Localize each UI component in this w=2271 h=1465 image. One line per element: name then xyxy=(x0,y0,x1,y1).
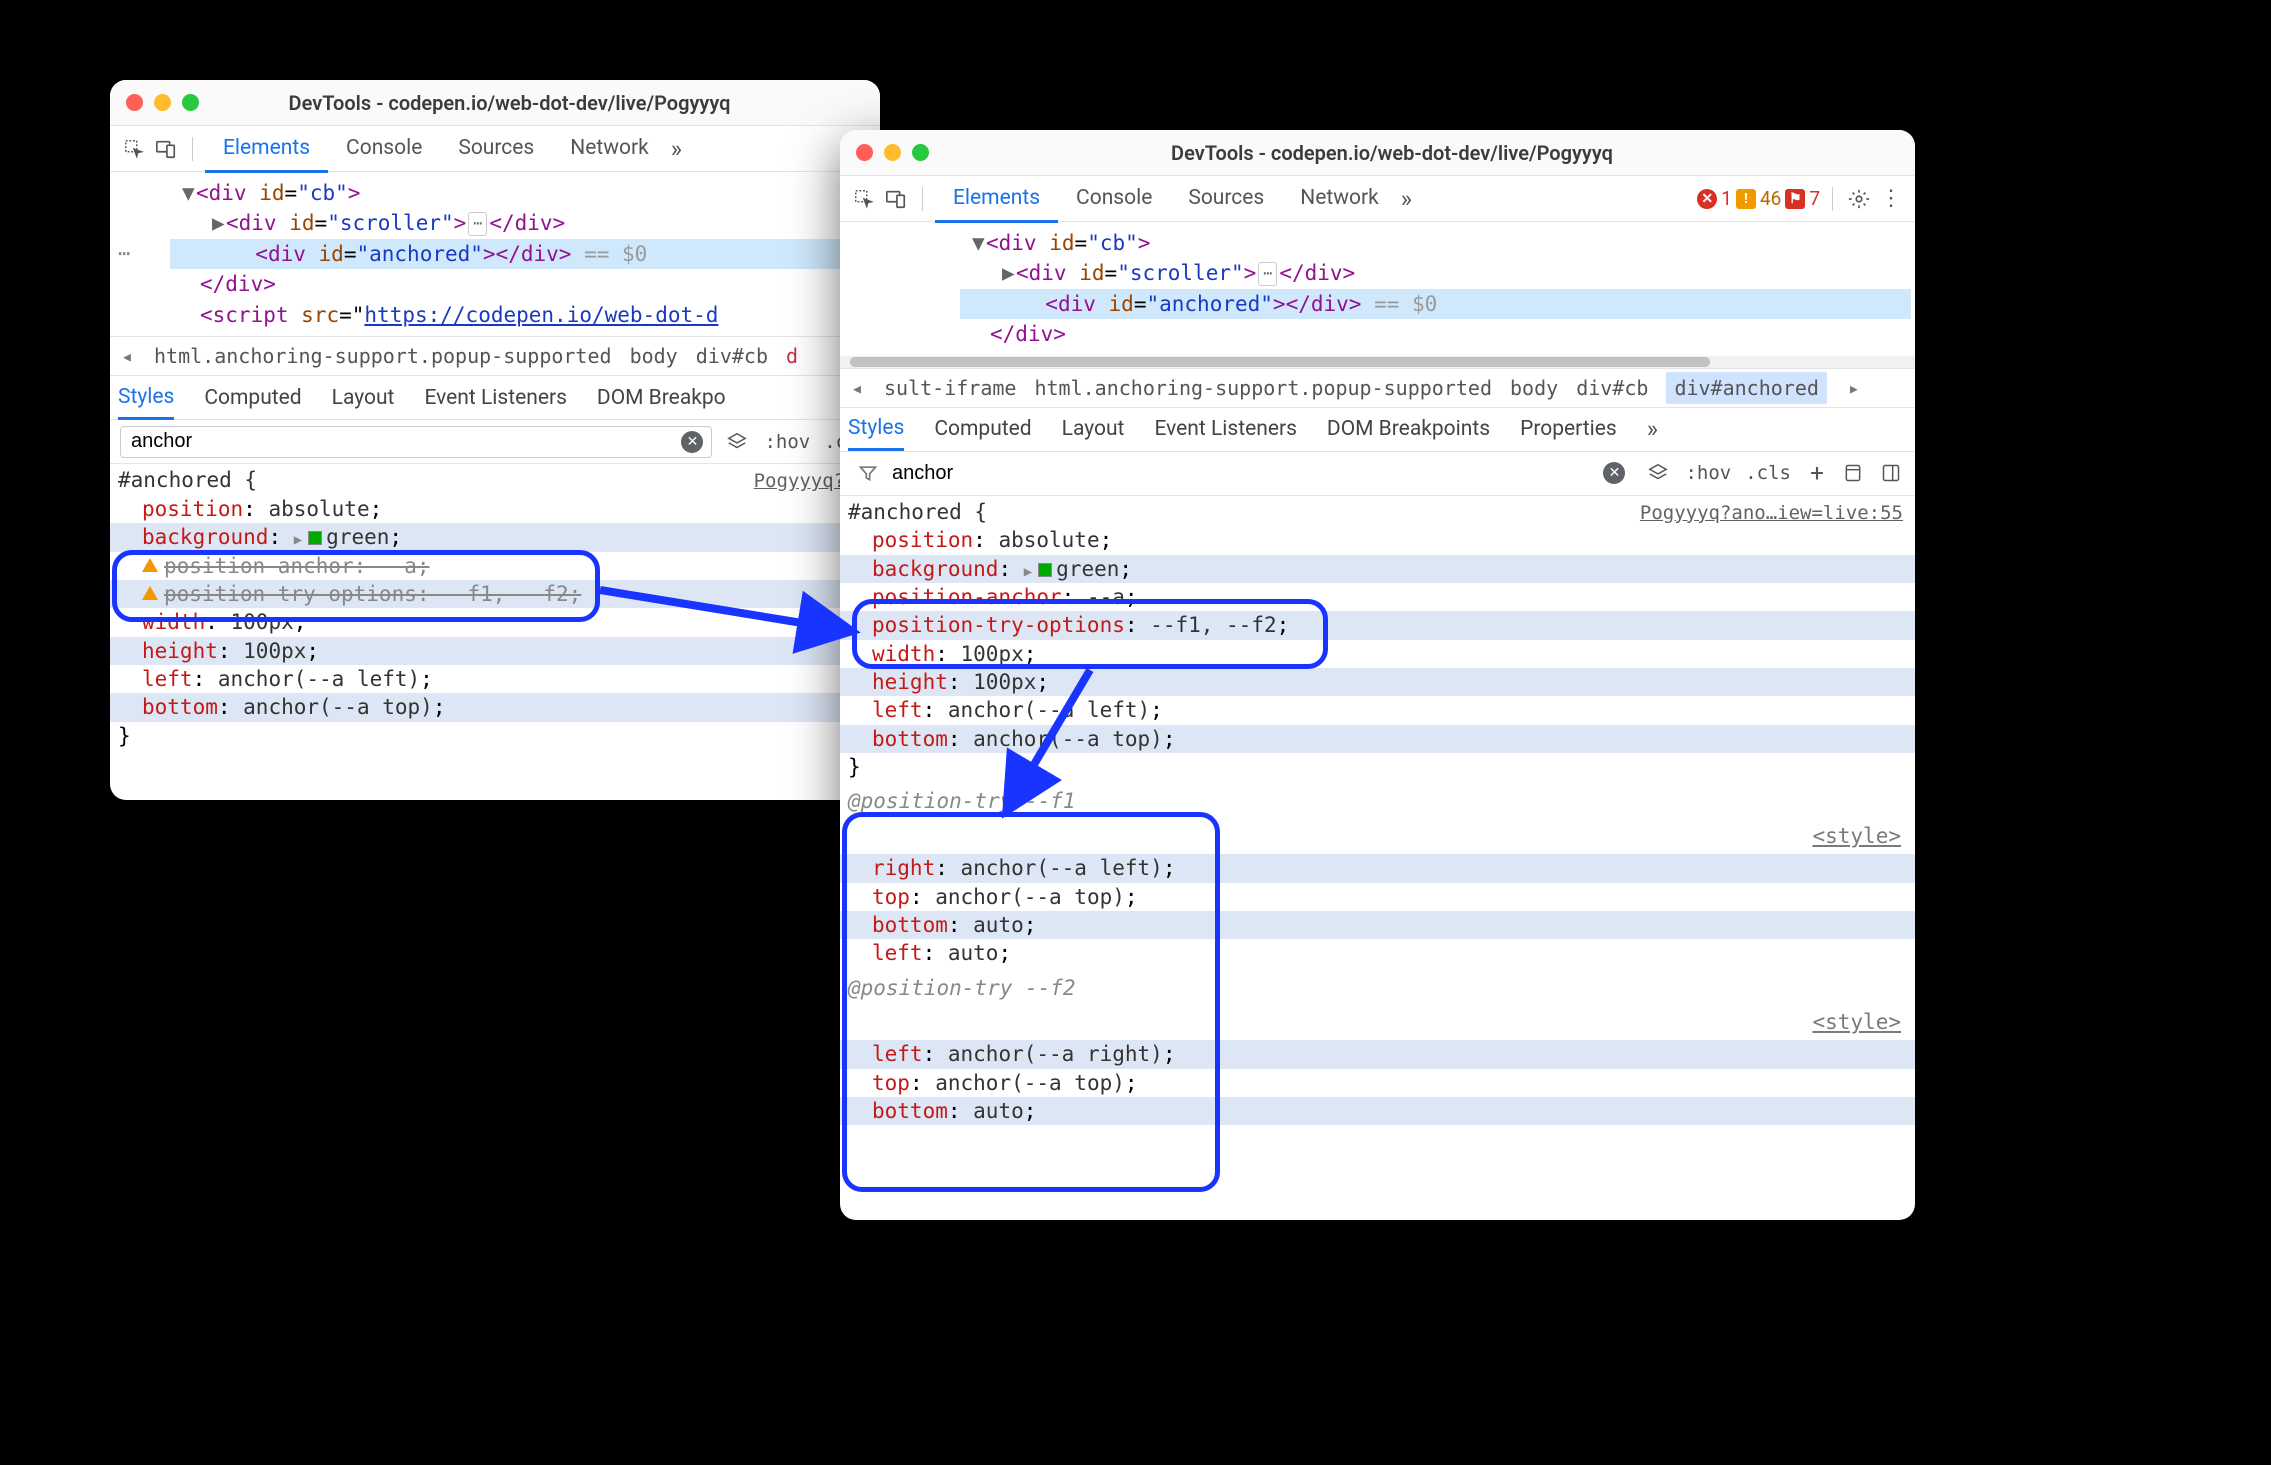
crumb-divcb[interactable]: div#cb xyxy=(1576,376,1648,400)
dom-tree[interactable]: ▼<div id="cb"> ▶<div id="scroller">⋯</di… xyxy=(840,222,1915,356)
crumb-left-icon[interactable]: ◂ xyxy=(118,344,136,368)
dom-selected-row[interactable]: <div id="anchored"></div> == $0 xyxy=(960,289,1911,319)
more-tabs-icon[interactable]: » xyxy=(1401,185,1412,213)
crumb-body[interactable]: body xyxy=(630,344,678,368)
new-rule-icon[interactable]: + xyxy=(1805,459,1829,487)
at-rule-header[interactable]: @position-try --f1 xyxy=(840,783,1915,819)
warning-icon xyxy=(142,558,158,572)
subtab-dombreakpoints[interactable]: DOM Breakpoints xyxy=(1327,409,1490,449)
tab-network[interactable]: Network xyxy=(1282,176,1397,222)
subtab-computed[interactable]: Computed xyxy=(934,409,1031,449)
crumb-left-icon[interactable]: ◂ xyxy=(848,376,866,400)
rule-selector[interactable]: #anchored { xyxy=(118,466,257,494)
window-title: DevTools - codepen.io/web-dot-dev/live/P… xyxy=(885,141,1899,165)
tab-console[interactable]: Console xyxy=(1058,176,1170,222)
dom-selected-row[interactable]: ⋯ <div id="anchored"></div> == $0 xyxy=(170,239,876,269)
styles-filter-row: ✕ :hov .cls + xyxy=(840,452,1915,496)
tab-network[interactable]: Network xyxy=(552,126,667,172)
crumb-html[interactable]: html.anchoring-support.popup-supported xyxy=(154,344,612,368)
styles-pane[interactable]: #anchored { Pogyyyq?an position: absolut… xyxy=(110,464,880,800)
hov-toggle[interactable]: :hov xyxy=(1685,462,1731,484)
styles-filter-input-wrap: ✕ xyxy=(120,426,712,458)
main-tabs: Elements Console Sources Network xyxy=(205,126,667,172)
tab-console[interactable]: Console xyxy=(328,126,440,172)
clear-filter-icon[interactable]: ✕ xyxy=(1603,462,1625,484)
styles-filter-input[interactable] xyxy=(129,429,673,454)
rendering-icon[interactable] xyxy=(1881,463,1905,483)
inspect-icon[interactable] xyxy=(120,135,148,163)
titlebar[interactable]: DevTools - codepen.io/web-dot-dev/live/P… xyxy=(840,130,1915,176)
breadcrumb[interactable]: ◂ sult-iframe html.anchoring-support.pop… xyxy=(840,368,1915,408)
device-toggle-icon[interactable] xyxy=(882,185,910,213)
crumb-right-icon[interactable]: ▸ xyxy=(1845,376,1863,400)
layers-icon[interactable] xyxy=(726,431,750,453)
breadcrumb[interactable]: ◂ html.anchoring-support.popup-supported… xyxy=(110,336,880,376)
device-toggle-icon[interactable] xyxy=(152,135,180,163)
subtab-dombreakpoints[interactable]: DOM Breakpo xyxy=(597,378,726,418)
warning-icon xyxy=(142,586,158,600)
cls-toggle[interactable]: .cls xyxy=(1745,462,1791,484)
more-tabs-icon[interactable]: » xyxy=(671,135,682,163)
tab-elements[interactable]: Elements xyxy=(935,176,1058,223)
titlebar[interactable]: DevTools - codepen.io/web-dot-dev/live/P… xyxy=(110,80,880,126)
styles-filter-input[interactable] xyxy=(890,461,1595,486)
at-rule-header[interactable]: @position-try --f2 xyxy=(840,970,1915,1006)
subtab-properties[interactable]: Properties xyxy=(1520,409,1617,449)
tab-sources[interactable]: Sources xyxy=(440,126,552,172)
main-toolbar: Elements Console Sources Network » xyxy=(110,126,880,172)
crumb-body[interactable]: body xyxy=(1510,376,1558,400)
rule-selector[interactable]: #anchored { xyxy=(848,498,987,526)
layers-icon[interactable] xyxy=(1647,462,1671,484)
window-title: DevTools - codepen.io/web-dot-dev/live/P… xyxy=(155,91,864,115)
dom-tree[interactable]: ▼<div id="cb"> ▶<div id="scroller">⋯</di… xyxy=(110,172,880,336)
styles-subtabs: Styles Computed Layout Event Listeners D… xyxy=(110,376,880,420)
inspect-icon[interactable] xyxy=(850,185,878,213)
close-icon[interactable] xyxy=(126,94,143,111)
tab-elements[interactable]: Elements xyxy=(205,126,328,173)
clear-filter-icon[interactable]: ✕ xyxy=(681,431,703,453)
subtab-computed[interactable]: Computed xyxy=(204,378,301,418)
subtab-styles[interactable]: Styles xyxy=(118,377,174,420)
issue-counter[interactable]: ⚑7 xyxy=(1785,187,1820,210)
styles-pane[interactable]: #anchored { Pogyyyq?ano…iew=live:55 posi… xyxy=(840,496,1915,1220)
hov-toggle[interactable]: :hov xyxy=(764,431,810,453)
rule-source-link[interactable]: Pogyyyq?ano…iew=live:55 xyxy=(1640,501,1903,527)
style-source-link[interactable]: <style> xyxy=(1812,822,1901,850)
more-subtabs-icon[interactable]: » xyxy=(1647,415,1658,443)
main-toolbar: Elements Console Sources Network » ✕1 !4… xyxy=(840,176,1915,222)
filter-icon xyxy=(858,463,882,483)
crumb-anchored[interactable]: div#anchored xyxy=(1666,372,1827,404)
computed-styles-icon[interactable] xyxy=(1843,463,1867,483)
style-source-link[interactable]: <style> xyxy=(1812,1008,1901,1036)
horizontal-scrollbar[interactable] xyxy=(840,356,1915,368)
crumb-iframe[interactable]: sult-iframe xyxy=(884,376,1016,400)
subtab-styles[interactable]: Styles xyxy=(848,408,904,451)
styles-subtabs: Styles Computed Layout Event Listeners D… xyxy=(840,408,1915,452)
crumb-divcb[interactable]: div#cb xyxy=(696,344,768,368)
crumb-html[interactable]: html.anchoring-support.popup-supported xyxy=(1034,376,1492,400)
more-icon[interactable]: ⋮ xyxy=(1877,185,1905,213)
error-counter[interactable]: ✕1 xyxy=(1697,187,1732,210)
devtools-window-after: DevTools - codepen.io/web-dot-dev/live/P… xyxy=(840,130,1915,1220)
settings-icon[interactable] xyxy=(1845,185,1873,213)
main-tabs: Elements Console Sources Network xyxy=(935,176,1397,222)
subtab-eventlisteners[interactable]: Event Listeners xyxy=(1154,409,1296,449)
styles-filter-row: ✕ :hov .cls xyxy=(110,420,880,464)
styles-filter-input-wrap: ✕ xyxy=(850,457,1633,489)
tab-sources[interactable]: Sources xyxy=(1170,176,1282,222)
subtab-layout[interactable]: Layout xyxy=(1062,409,1125,449)
devtools-window-before: DevTools - codepen.io/web-dot-dev/live/P… xyxy=(110,80,880,800)
subtab-layout[interactable]: Layout xyxy=(332,378,395,418)
close-icon[interactable] xyxy=(856,144,873,161)
warning-counter[interactable]: !46 xyxy=(1736,187,1781,210)
subtab-eventlisteners[interactable]: Event Listeners xyxy=(424,378,566,418)
